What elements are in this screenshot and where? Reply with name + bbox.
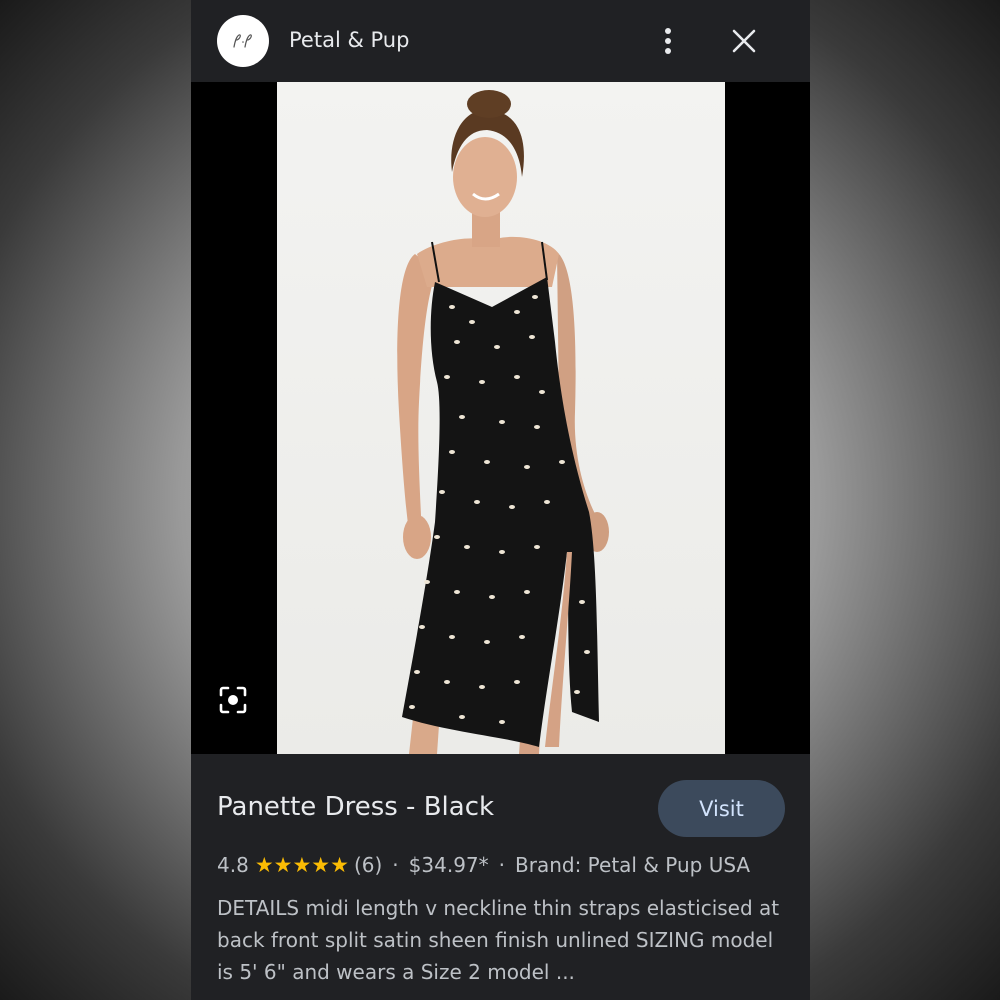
separator: · — [498, 853, 505, 877]
site-name[interactable]: Petal & Pup — [289, 28, 409, 52]
petal-pup-logo-icon — [233, 34, 252, 48]
product-meta: 4.8 ★★★★★ (6) · $34.97* · Brand: Petal &… — [217, 853, 750, 877]
close-button[interactable] — [727, 24, 761, 58]
google-lens-button[interactable] — [215, 682, 251, 718]
visit-button[interactable]: Visit — [658, 780, 785, 837]
dress-photo-illustration — [397, 90, 609, 754]
more-vertical-icon — [665, 28, 671, 54]
rating-value: 4.8 — [217, 853, 249, 877]
review-count: (6) — [353, 853, 383, 877]
price: $34.97* — [408, 853, 489, 877]
more-options-button[interactable] — [651, 24, 685, 58]
image-preview-panel: Petal & Pup Panette Dress - Black Visit … — [191, 0, 810, 1000]
brand: Brand: Petal & Pup USA — [515, 853, 751, 877]
google-lens-icon — [219, 686, 247, 714]
product-description: DETAILS midi length v neckline thin stra… — [217, 896, 780, 984]
image-viewer[interactable] — [191, 82, 810, 754]
star-rating-icon: ★★★★★ — [254, 853, 349, 877]
product-title[interactable]: Panette Dress - Black — [217, 792, 494, 822]
close-icon — [732, 29, 756, 53]
product-info: Panette Dress - Black Visit 4.8 ★★★★★ (6… — [191, 754, 810, 1000]
separator: · — [392, 853, 399, 877]
preview-header: Petal & Pup — [191, 0, 810, 82]
site-logo[interactable] — [217, 15, 269, 67]
product-photo[interactable] — [277, 82, 725, 754]
